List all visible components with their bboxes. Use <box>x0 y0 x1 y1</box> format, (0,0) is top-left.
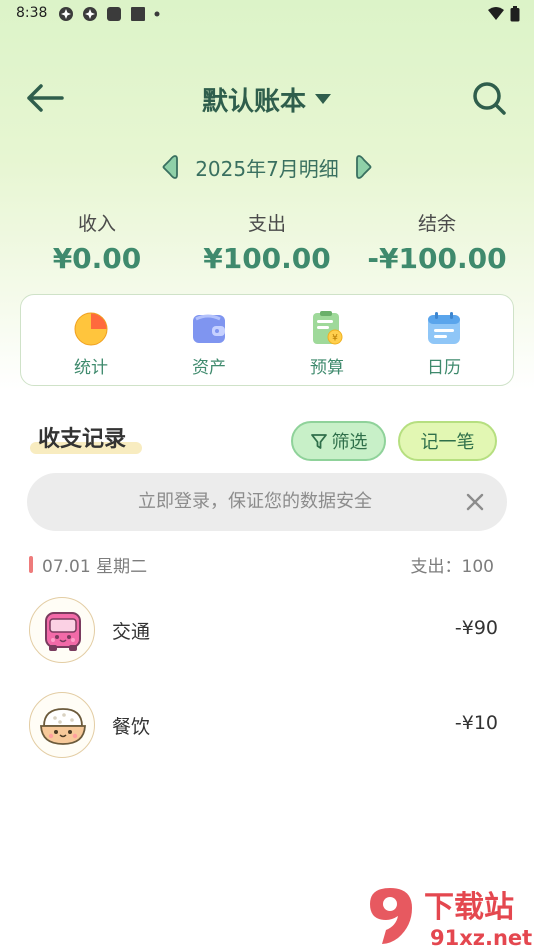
calendar-icon <box>428 312 460 344</box>
watermark-logo: 下载站 91xz.net <box>370 888 532 950</box>
pie-chart-icon <box>74 312 108 346</box>
records-section-title: 收支记录 <box>26 422 142 458</box>
login-banner-text: 立即登录，保证您的数据安全 <box>138 491 372 512</box>
quick-item-assets[interactable]: 资产 <box>149 309 269 378</box>
login-banner[interactable]: 立即登录，保证您的数据安全 <box>27 473 507 531</box>
income-summary: 收入 ¥0.00 <box>8 208 186 278</box>
balance-summary: 结余 -¥100.00 <box>348 208 526 278</box>
record-amount: -¥10 <box>454 712 498 734</box>
record-amount: -¥90 <box>454 617 498 639</box>
record-category: 交通 <box>112 621 151 643</box>
expense-label: 支出 <box>247 213 286 235</box>
back-button[interactable] <box>22 78 66 118</box>
record-row[interactable]: 交通 -¥90 <box>0 591 534 669</box>
wifi-icon <box>488 7 504 20</box>
add-record-label: 记一笔 <box>420 432 475 453</box>
quick-item-calendar[interactable]: 日历 <box>384 309 504 378</box>
day-marker <box>29 556 33 573</box>
close-icon[interactable] <box>463 490 487 514</box>
app-notification-icon <box>59 7 73 21</box>
balance-label: 结余 <box>417 213 456 235</box>
quick-item-label: 资产 <box>192 358 226 378</box>
site-watermark: 下载站 91xz.net <box>360 882 534 950</box>
income-label: 收入 <box>77 213 116 235</box>
chevron-left-icon[interactable] <box>159 154 181 180</box>
category-avatar <box>29 597 95 663</box>
caret-down-icon <box>315 94 331 104</box>
wallet-icon <box>193 314 225 343</box>
ledger-title: 默认账本 <box>201 86 306 117</box>
chevron-right-icon[interactable] <box>353 154 375 180</box>
rice-bowl-icon <box>40 708 86 745</box>
category-avatar <box>29 692 95 758</box>
more-notifications-dot-icon <box>154 11 160 17</box>
filter-button[interactable]: 筛选 <box>291 421 386 461</box>
month-label: 2025年7月明细 <box>195 156 339 181</box>
day-total: 支出：100 <box>410 557 494 577</box>
search-icon <box>473 82 506 115</box>
quick-item-label: 日历 <box>427 358 461 378</box>
app-notification-icon <box>131 7 145 21</box>
status-system-icons <box>488 6 520 22</box>
add-record-button[interactable]: 记一笔 <box>398 421 497 461</box>
search-button[interactable] <box>466 76 512 120</box>
quick-item-statistics[interactable]: 统计 <box>31 309 151 378</box>
ledger-selector[interactable]: 默认账本 <box>150 80 384 118</box>
status-time: 8:38 <box>16 5 48 21</box>
day-date: 07.01 星期二 <box>42 557 148 577</box>
month-switcher: 2025年7月明细 <box>150 150 384 184</box>
bus-icon <box>45 612 81 651</box>
budget-icon: ¥ <box>313 311 343 345</box>
battery-icon <box>510 6 520 22</box>
svg-text:¥: ¥ <box>332 334 338 344</box>
records-title-text: 收支记录 <box>38 427 127 452</box>
expense-summary: 支出 ¥100.00 <box>178 208 356 278</box>
quick-item-label: 统计 <box>74 358 108 378</box>
expense-value: ¥100.00 <box>203 242 331 275</box>
record-row[interactable]: 餐饮 -¥10 <box>0 686 534 764</box>
watermark-text-bottom: 91xz.net <box>430 926 532 950</box>
status-notification-icons <box>58 6 160 22</box>
record-category: 餐饮 <box>112 716 151 738</box>
watermark-text-top: 下载站 <box>424 890 514 925</box>
filter-label: 筛选 <box>331 432 368 453</box>
filter-icon <box>310 434 327 449</box>
quick-item-budget[interactable]: ¥ 预算 <box>267 309 387 378</box>
balance-value: -¥100.00 <box>367 242 507 275</box>
app-notification-icon <box>83 7 97 21</box>
app-notification-icon <box>107 7 121 21</box>
income-value: ¥0.00 <box>52 242 142 275</box>
arrow-left-icon <box>27 84 64 112</box>
quick-menu: 统计 资产 ¥ 预算 日历 <box>20 294 514 386</box>
summary-panel: 收入 ¥0.00 支出 ¥100.00 结余 -¥100.00 <box>0 208 534 282</box>
quick-item-label: 预算 <box>310 358 344 378</box>
